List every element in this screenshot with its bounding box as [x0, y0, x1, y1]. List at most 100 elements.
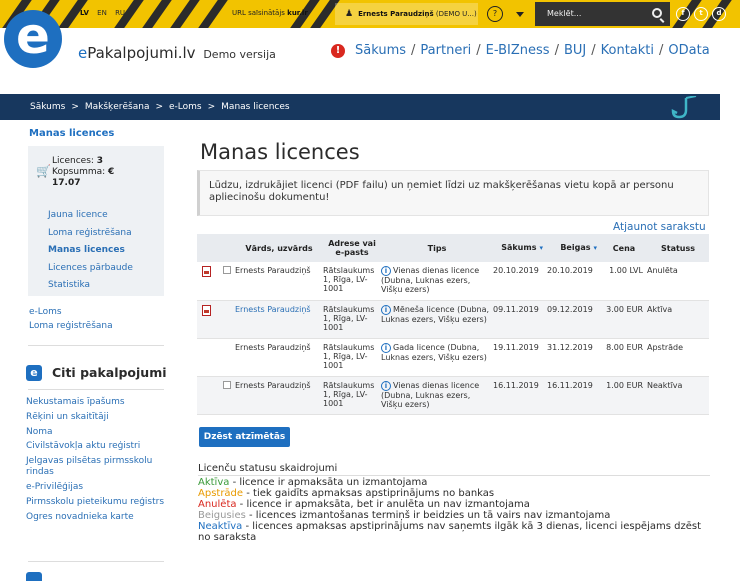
url-shortener-domain: kur.lr — [287, 9, 308, 17]
header-check — [219, 234, 235, 262]
nav-faq[interactable]: BUJ — [564, 43, 586, 58]
pdf-icon[interactable] — [202, 304, 211, 316]
cell-price: 1.00 LVL — [609, 266, 643, 275]
legend-title: Licenču statusu skaidrojumi — [198, 463, 710, 476]
info-icon[interactable]: i — [381, 266, 391, 276]
legend-text: - licences izmantošanas termiņš ir beidz… — [245, 510, 611, 521]
cell-name[interactable]: Ernests Paraudziņš — [235, 300, 323, 338]
cart-icon: 🛒 — [36, 164, 51, 178]
divider — [28, 389, 164, 390]
other-link-eprivileges[interactable]: e-Privilēģijas — [26, 482, 166, 493]
nav-odata[interactable]: OData — [668, 43, 709, 58]
table-row: Ernests Paraudziņš Rātslaukums 1, Rīga, … — [197, 338, 709, 376]
cart-summary[interactable]: 🛒 Licences: 3 Kopsumma: € 17.07 — [36, 156, 115, 189]
status-legend: Licenču statusu skaidrojumi Aktīva - lic… — [198, 463, 710, 543]
pdf-icon[interactable] — [202, 266, 211, 277]
lang-en[interactable]: EN — [97, 9, 107, 17]
cart-total-value: 17.07 — [52, 178, 81, 188]
other-link-civil-registry[interactable]: Civilstāvokļa aktu reģistri — [26, 441, 166, 452]
table-header-row: Vārds, uzvārds Adrese vai e-pasts Tips S… — [197, 234, 709, 262]
other-link-real-estate[interactable]: Nekustamais īpašums — [26, 397, 166, 408]
sidebar-item-licence-check[interactable]: Licences pārbaude — [48, 260, 133, 278]
breadcrumb-eloms[interactable]: e-Loms — [169, 102, 202, 112]
lang-ru[interactable]: RU — [115, 9, 125, 17]
facebook-icon[interactable]: f — [676, 7, 690, 21]
breadcrumb-home[interactable]: Sākums — [30, 102, 65, 112]
legend-status-cancelled: Anulēta — [198, 499, 237, 510]
cell-type: i Gada licence (Dubna, Luknas ezers, Višķ… — [381, 338, 493, 376]
other-link-preschool-queue[interactable]: Jelgavas pilsētas pirmsskolu rindas — [26, 456, 166, 478]
nav-contacts[interactable]: Kontakti — [601, 43, 654, 58]
other-link-invoices[interactable]: Rēķini un skaitītāji — [26, 412, 166, 423]
header-address: Adrese vai e-pasts — [323, 234, 381, 262]
info-icon[interactable]: i — [381, 380, 391, 391]
sidebar-item-catch-reg[interactable]: Loma reģistrēšana — [29, 321, 113, 331]
info-icon[interactable]: i — [381, 304, 391, 315]
other-link-ogre-card[interactable]: Ogres novadnieka karte — [26, 512, 166, 523]
help-icon[interactable]: ? — [487, 6, 503, 22]
cell-name: Ernests Paraudziņš — [235, 380, 311, 390]
cart-total-currency: € — [108, 167, 115, 177]
url-shortener-label: URL saīsinātājs — [232, 9, 285, 17]
divider — [28, 561, 164, 562]
cell-address: Rātslaukums 1, Rīga, LV-1001 — [323, 380, 375, 408]
legend-item: Apstrāde - tiek gaidīts apmaksas apstipr… — [198, 488, 710, 499]
row-checkbox[interactable] — [223, 380, 231, 389]
site-logo[interactable]: e — [4, 10, 62, 68]
sidebar-item-new-licence[interactable]: Jauna licence — [48, 207, 133, 225]
header-start[interactable]: Sākums ▾ — [493, 234, 547, 262]
sidebar-item-statistics[interactable]: Statistika — [48, 277, 133, 295]
legend-item: Anulēta - licence ir apmaksāta, bet ir a… — [198, 499, 710, 510]
user-icon: ♟ — [345, 9, 354, 19]
user-info[interactable]: ♟ Ernests Paraudziņš (DEMO U...) — [345, 9, 477, 19]
delete-selected-button[interactable]: Dzēst atzīmētās — [199, 427, 290, 447]
sidebar-item-my-licences[interactable]: Manas licences — [48, 242, 133, 260]
header-pdf — [197, 234, 219, 262]
legend-status-expired: Beigusies — [198, 510, 246, 521]
other-link-preschool-applications[interactable]: Pirmsskolu pieteikumu reģistrs — [26, 497, 166, 508]
search-placeholder: Meklēt... — [547, 9, 582, 18]
brand-main: Pakalpojumi.lv — [87, 44, 196, 62]
cell-address: Rātslaukums 1, Rīga, LV-1001 — [323, 342, 375, 370]
draugiem-icon[interactable]: d — [712, 7, 726, 21]
refresh-list-link[interactable]: Atjaunot sarakstu — [613, 221, 706, 233]
search-input[interactable]: Meklēt... — [535, 2, 670, 26]
info-icon[interactable]: i — [381, 342, 391, 353]
page-title: Manas licences — [200, 140, 360, 164]
info-message: Lūdzu, izdrukājiet licenci (PDF failu) u… — [197, 170, 709, 216]
brand-name[interactable]: ePakalpojumi.lv Demo versija — [78, 44, 276, 62]
legend-item: Aktīva - licence ir apmaksāta un izmanto… — [198, 477, 710, 488]
twitter-icon[interactable]: t — [694, 7, 708, 21]
brand-prefix: e — [78, 44, 88, 62]
nav-partners[interactable]: Partneri — [420, 43, 471, 58]
user-name: Ernests Paraudziņš — [358, 10, 434, 18]
other-services-list: Nekustamais īpašums Rēķini un skaitītāji… — [26, 397, 166, 526]
nav-home[interactable]: Sākums — [355, 43, 406, 58]
breadcrumb-fishing[interactable]: Makšķerēšana — [85, 102, 150, 112]
nav-ebizness[interactable]: E-BIZness — [486, 43, 550, 58]
lang-lv[interactable]: LV — [80, 9, 89, 17]
cell-start: 09.11.2019 — [493, 304, 539, 314]
header-price: Cena — [601, 234, 647, 262]
sidebar-item-eloms[interactable]: e-Loms — [29, 307, 62, 317]
cell-status: Aktīva — [647, 304, 673, 314]
legend-status-inactive: Neaktīva — [198, 521, 243, 532]
section-icon — [26, 572, 42, 581]
header-status: Statuss — [647, 234, 709, 262]
alert-icon[interactable]: ! — [331, 44, 345, 58]
user-role: (DEMO U...) — [435, 10, 477, 18]
search-icon[interactable] — [652, 8, 662, 18]
url-shortener-link[interactable]: URL saīsinātājs kur.lr — [232, 9, 308, 17]
sidebar-item-catch-registration[interactable]: Loma reģistrēšana — [48, 225, 133, 243]
header-start-label: Sākums — [501, 243, 537, 252]
hazard-stripe — [193, 0, 233, 28]
licences-table: Vārds, uzvārds Adrese vai e-pasts Tips S… — [197, 234, 709, 415]
other-link-rent[interactable]: Noma — [26, 427, 166, 438]
row-checkbox[interactable] — [223, 266, 231, 274]
cart-licences-count: 3 — [96, 156, 104, 166]
language-switcher: LV EN RU — [80, 9, 131, 17]
legend-item: Neaktīva - licences apmaksas apstiprināj… — [198, 521, 710, 543]
header-end[interactable]: Beigas ▾ — [547, 234, 601, 262]
chevron-down-icon[interactable] — [516, 12, 524, 17]
legend-item: Beigusies - licences izmantošanas termiņ… — [198, 510, 710, 521]
